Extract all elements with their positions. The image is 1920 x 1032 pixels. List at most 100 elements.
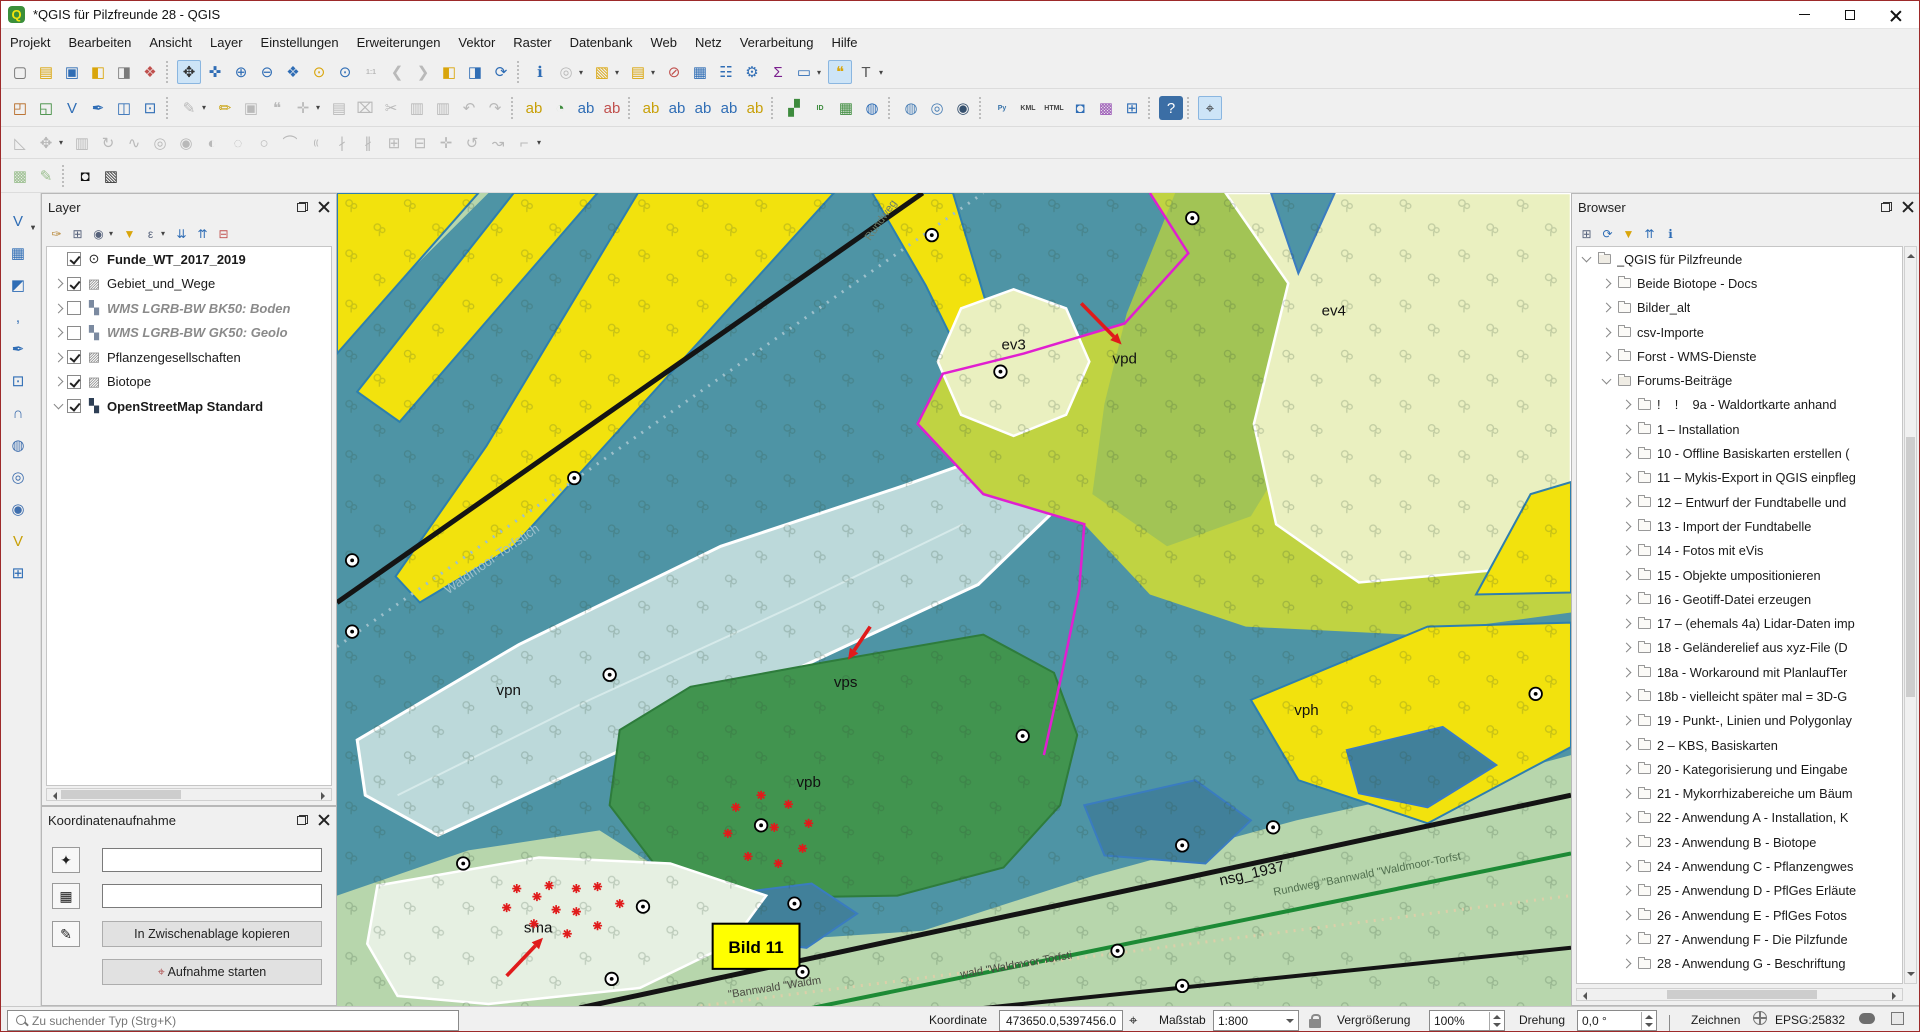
show-hide-labels-icon[interactable]: ab: [665, 96, 689, 120]
layer-row[interactable]: ▨Pflanzengesellschaften: [47, 345, 331, 370]
new-bookmark-icon[interactable]: ◧: [437, 60, 461, 84]
add-vector-layer-icon[interactable]: V: [6, 209, 30, 233]
browser-row[interactable]: 14 - Fotos mit eVis: [1577, 539, 1902, 563]
expander-icon[interactable]: [54, 352, 64, 362]
new-virtual-layer-icon[interactable]: ⊡: [138, 96, 162, 120]
browser-row[interactable]: 22 - Anwendung A - Installation, K: [1577, 806, 1902, 830]
field-calculator-icon[interactable]: ☷: [714, 60, 738, 84]
crs-select-button[interactable]: ✦: [52, 847, 80, 873]
browser-row[interactable]: 2 – KBS, Basiskarten: [1577, 733, 1902, 757]
browser-row[interactable]: Forst - WMS-Dienste: [1577, 344, 1902, 368]
browser-row[interactable]: 10 - Offline Basiskarten erstellen (: [1577, 441, 1902, 465]
koordinate-input[interactable]: 473650.0,5397456.0: [999, 1010, 1123, 1031]
browser-vscrollbar[interactable]: [1904, 246, 1917, 984]
web-service-2-icon[interactable]: ◎: [925, 96, 949, 120]
close-panel-icon[interactable]: [1902, 201, 1914, 213]
menu-vektor[interactable]: Vektor: [449, 31, 504, 54]
close-panel-icon[interactable]: [318, 814, 330, 826]
add-mesh-layer-icon[interactable]: ◩: [6, 273, 30, 297]
map-canvas[interactable]: vpn vps vpb vpd ev3 ev4 vph sma nsg_1937…: [337, 193, 1571, 1006]
expander-icon[interactable]: [54, 279, 64, 289]
highlight-labels-icon[interactable]: ab: [600, 96, 624, 120]
new-project-icon[interactable]: ▢: [8, 60, 32, 84]
new-print-layout-icon[interactable]: ◧: [86, 60, 110, 84]
float-panel-icon[interactable]: [297, 815, 308, 825]
expander-icon[interactable]: [1622, 546, 1632, 556]
measure-line-dropdown-icon[interactable]: ▾: [817, 68, 826, 77]
select-features-icon[interactable]: ▧: [590, 60, 614, 84]
zoom-out-icon[interactable]: ⊖: [255, 60, 279, 84]
expander-icon[interactable]: [1622, 959, 1632, 969]
expander-icon[interactable]: [1622, 764, 1632, 774]
expander-icon[interactable]: [1622, 667, 1632, 677]
expander-icon[interactable]: [1622, 424, 1632, 434]
menu-datenbank[interactable]: Datenbank: [561, 31, 642, 54]
expander-icon[interactable]: [1582, 253, 1592, 263]
menu-bearbeiten[interactable]: Bearbeiten: [59, 31, 140, 54]
browser-row[interactable]: 16 - Geotiff-Datei erzeugen: [1577, 587, 1902, 611]
layer-row[interactable]: ▚WMS LGRB-BW GK50: Geolo: [47, 321, 331, 346]
expander-icon[interactable]: [1622, 910, 1632, 920]
expander-icon[interactable]: [1622, 789, 1632, 799]
raster-plugin-icon[interactable]: ▦: [834, 96, 858, 120]
browser-row[interactable]: 1 – Installation: [1577, 417, 1902, 441]
filter-by-expression-icon[interactable]: ε: [141, 224, 160, 243]
zoom-to-layer-icon[interactable]: ⊙: [333, 60, 357, 84]
style-manager-icon[interactable]: ❖: [138, 60, 162, 84]
browser-row[interactable]: Beide Biotope - Docs: [1577, 271, 1902, 295]
collapse-all-icon[interactable]: ⇈: [193, 224, 212, 243]
copy-to-clipboard-button[interactable]: In Zwischenablage kopieren: [102, 921, 322, 947]
menu-projekt[interactable]: Projekt: [1, 31, 59, 54]
add-raster-layer-icon[interactable]: ▦: [6, 241, 30, 265]
float-panel-icon[interactable]: [1881, 202, 1892, 212]
browser-row[interactable]: ! ! 9a - Waldortkarte anhand: [1577, 393, 1902, 417]
massstab-select[interactable]: 1:800: [1213, 1010, 1299, 1031]
manage-map-themes-icon[interactable]: ◉: [89, 224, 108, 243]
menu-verarbeitung[interactable]: Verarbeitung: [731, 31, 823, 54]
identify-features-icon[interactable]: ℹ: [528, 60, 552, 84]
browser-row[interactable]: 12 – Entwurf der Fundtabelle und: [1577, 490, 1902, 514]
zoom-full-icon[interactable]: ❖: [281, 60, 305, 84]
collapse-browser-icon[interactable]: ⇈: [1640, 224, 1659, 243]
close-panel-icon[interactable]: [318, 201, 330, 213]
select-by-value-icon[interactable]: ▤: [626, 60, 650, 84]
kml-tools-icon[interactable]: KML: [1016, 96, 1040, 120]
expander-icon[interactable]: [1622, 716, 1632, 726]
change-label-icon[interactable]: ab: [743, 96, 767, 120]
menu-ansicht[interactable]: Ansicht: [140, 31, 201, 54]
trim-extend-dropdown-icon[interactable]: ▾: [537, 138, 546, 147]
toggle-editing-icon[interactable]: ✏: [213, 96, 237, 120]
crs-globe-icon[interactable]: [1753, 1007, 1767, 1028]
id-tool-plugin-icon[interactable]: ID: [808, 96, 832, 120]
filter-browser-icon[interactable]: ▼: [1619, 224, 1638, 243]
track-mouse-button[interactable]: ✎: [52, 921, 80, 947]
expander-icon[interactable]: [54, 303, 64, 313]
expander-icon[interactable]: [1622, 619, 1632, 629]
rotate-label-icon[interactable]: ab: [717, 96, 741, 120]
filter-legend-icon[interactable]: ▼: [120, 224, 139, 243]
run-feature-action-dropdown-icon[interactable]: ▾: [579, 68, 588, 77]
layer-row[interactable]: ▚WMS LGRB-BW BK50: Boden: [47, 296, 331, 321]
expander-icon[interactable]: [1602, 303, 1612, 313]
browser-row[interactable]: 13 - Import der Fundtabelle: [1577, 514, 1902, 538]
layout-manager-icon[interactable]: ◨: [112, 60, 136, 84]
new-table-icon[interactable]: ⊞: [6, 561, 30, 585]
osm-place-search-icon[interactable]: ▩: [8, 164, 32, 188]
browser-properties-icon[interactable]: ℹ: [1661, 224, 1680, 243]
measure-line-icon[interactable]: ▭: [792, 60, 816, 84]
browser-row[interactable]: 11 – Mykis-Export in QGIS einpfleg: [1577, 466, 1902, 490]
refresh-browser-icon[interactable]: ⟳: [1598, 224, 1617, 243]
current-edits-dropdown-icon[interactable]: ▾: [202, 103, 211, 112]
expander-icon[interactable]: [1622, 400, 1632, 410]
processing-toolbox-icon[interactable]: ⚙: [740, 60, 764, 84]
browser-row[interactable]: 26 - Anwendung E - PflGes Fotos: [1577, 903, 1902, 927]
add-wms-layer-icon[interactable]: ◍: [6, 433, 30, 457]
browser-row[interactable]: 25 - Anwendung D - PflGes Erläute: [1577, 879, 1902, 903]
browser-row[interactable]: 18a - Workaround mit PlanlaufTer: [1577, 660, 1902, 684]
manage-map-themes-dropdown-icon[interactable]: ▾: [109, 229, 118, 238]
browser-row[interactable]: Bilder_alt: [1577, 296, 1902, 320]
expander-icon[interactable]: [54, 377, 64, 387]
db-manager-icon[interactable]: ◍: [860, 96, 884, 120]
browser-row[interactable]: csv-Importe: [1577, 320, 1902, 344]
browser-row[interactable]: Forums-Beiträge: [1577, 368, 1902, 392]
